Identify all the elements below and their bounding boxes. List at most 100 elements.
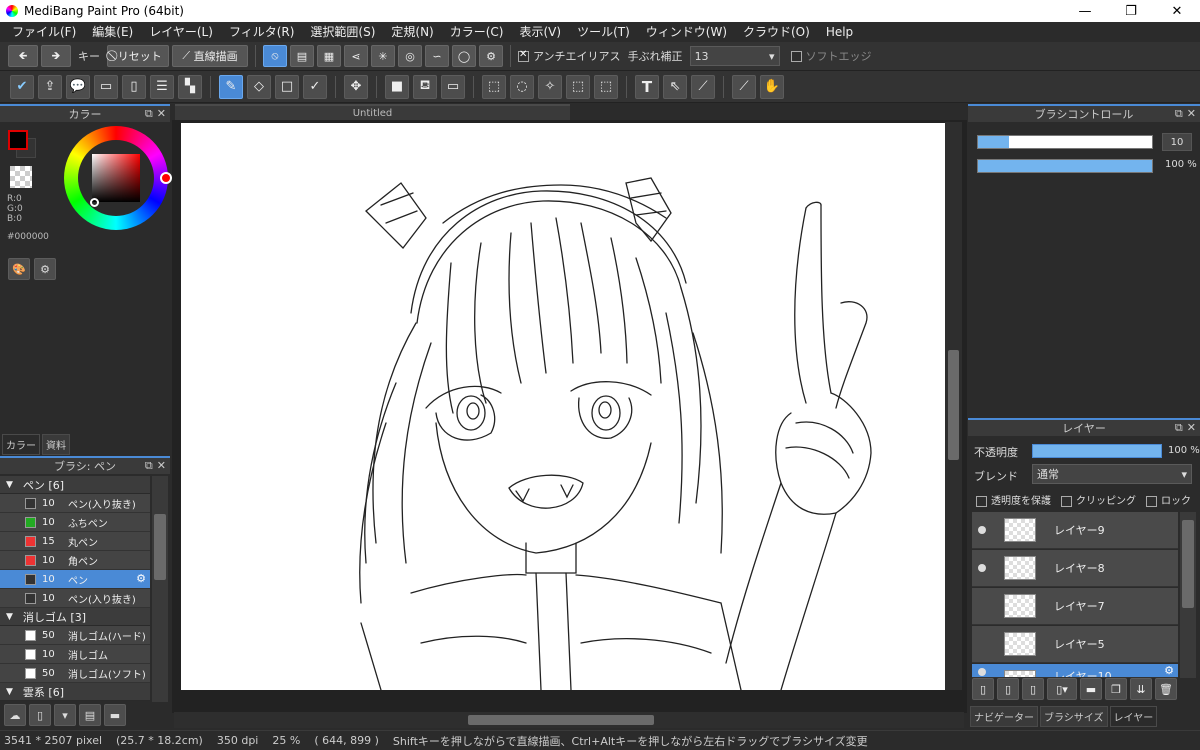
hue-knob[interactable]: [160, 172, 172, 184]
select-eraser-tool[interactable]: ⬚: [594, 74, 618, 99]
tab-navigator[interactable]: ナビゲーター: [970, 706, 1038, 727]
comment-button[interactable]: ▭: [94, 74, 118, 99]
lasso-tool[interactable]: ◌: [510, 74, 534, 99]
duplicate-layer-button[interactable]: ❐: [1105, 678, 1127, 700]
brush-item[interactable]: 15 丸ペン: [0, 532, 150, 551]
brush-item[interactable]: 50 消しゴム(ソフト): [0, 664, 150, 683]
palette-settings-button[interactable]: ⚙: [34, 258, 56, 280]
brush-item[interactable]: 10 ペン(入り抜き): [0, 494, 150, 513]
brush-group[interactable]: ▼ ペン [6]: [0, 476, 150, 494]
scrollbar-thumb[interactable]: [154, 514, 166, 580]
undock-icon[interactable]: ⧉: [1175, 421, 1183, 435]
scrollbar-thumb[interactable]: [468, 715, 654, 725]
close-button[interactable]: ✕: [1154, 0, 1200, 22]
brush-item[interactable]: 50 消しゴム(ハード): [0, 626, 150, 645]
protect-alpha-checkbox[interactable]: 透明度を保護: [976, 492, 1051, 507]
delete-layer-button[interactable]: 🗑: [1155, 678, 1177, 700]
antialias-check[interactable]: [518, 49, 529, 62]
brush-settings-gear-icon[interactable]: ⚙: [136, 572, 146, 585]
menu-color[interactable]: カラー(C): [442, 22, 512, 42]
brush-opacity-slider[interactable]: [977, 159, 1153, 173]
page-button[interactable]: ▯: [122, 74, 146, 99]
layer-visibility-toggle[interactable]: [972, 564, 992, 572]
cloud-brush-button[interactable]: ☁: [4, 704, 26, 726]
menu-tool[interactable]: ツール(T): [569, 22, 638, 42]
brush-group[interactable]: ▼ 雲系 [6]: [0, 683, 150, 701]
menu-select[interactable]: 選択範囲(S): [302, 22, 383, 42]
layer-visibility-toggle[interactable]: [972, 526, 992, 534]
snap-curve-button[interactable]: ∽: [425, 45, 449, 67]
move-tool[interactable]: ✥: [344, 74, 368, 99]
fill-rect-tool[interactable]: ■: [385, 74, 409, 99]
layer-row[interactable]: レイヤー7: [972, 588, 1178, 625]
snap-perspective-button[interactable]: ⋖: [344, 45, 368, 67]
close-icon[interactable]: ✕: [157, 107, 166, 121]
layer-visibility-toggle[interactable]: [972, 664, 992, 676]
layer-opacity-slider[interactable]: [1032, 444, 1162, 458]
rect-tool[interactable]: □: [275, 74, 299, 99]
brush-add-menu-button[interactable]: ▾: [54, 704, 76, 726]
gradient-tool[interactable]: ▭: [441, 74, 465, 99]
eraser-tool[interactable]: ◇: [247, 74, 271, 99]
layer-row[interactable]: レイヤー9: [972, 512, 1178, 549]
hue-wheel[interactable]: [64, 126, 172, 230]
layer-settings-gear-icon[interactable]: ⚙: [1164, 664, 1174, 677]
lock-checkbox[interactable]: ロック: [1146, 492, 1191, 507]
snap-radial-button[interactable]: ✳: [371, 45, 395, 67]
menu-view[interactable]: 表示(V): [511, 22, 569, 42]
tab-materials[interactable]: 資料: [42, 434, 70, 455]
menu-cloud[interactable]: クラウド(O): [735, 22, 818, 42]
menu-ruler[interactable]: 定規(N): [383, 22, 441, 42]
layer-folder-button[interactable]: ▬: [1080, 678, 1102, 700]
speech-bubble-button[interactable]: 💬: [66, 74, 90, 99]
layer-row-selected[interactable]: レイヤー10 ⚙: [972, 664, 1178, 678]
clipping-checkbox[interactable]: クリッピング: [1061, 492, 1136, 507]
brush-item[interactable]: 10 消しゴム: [0, 645, 150, 664]
scrollbar-thumb[interactable]: [948, 350, 959, 460]
bucket-tool[interactable]: ⛾: [413, 74, 437, 99]
close-icon[interactable]: ✕: [1187, 107, 1196, 121]
palette-button[interactable]: 🎨: [8, 258, 30, 280]
brush-folder-button[interactable]: ▬: [104, 704, 126, 726]
canvas-vertical-scrollbar[interactable]: [945, 122, 962, 690]
menu-file[interactable]: ファイル(F): [4, 22, 84, 42]
stabilizer-select[interactable]: 13 ▾: [689, 46, 780, 66]
share-button[interactable]: ⇪: [38, 74, 62, 99]
layer-row[interactable]: レイヤー5: [972, 626, 1178, 663]
brush-item-selected[interactable]: 10 ペン ⚙: [0, 570, 150, 589]
layer-list-scrollbar[interactable]: [1180, 512, 1196, 678]
soft-edge-checkbox[interactable]: ソフトエッジ: [790, 48, 872, 64]
scrollbar-thumb[interactable]: [1182, 520, 1194, 608]
line-draw-button[interactable]: ⟋ 直線描画: [172, 45, 248, 67]
tab-color[interactable]: カラー: [2, 434, 40, 455]
canvas-horizontal-scrollbar[interactable]: [174, 712, 964, 728]
close-icon[interactable]: ✕: [1187, 421, 1196, 435]
snap-ellipse-button[interactable]: ◯: [452, 45, 476, 67]
new-halftone-layer-button[interactable]: ▯: [997, 678, 1019, 700]
add-layer-menu-button[interactable]: ▯▾: [1047, 678, 1077, 700]
select-tool[interactable]: ⬚: [482, 74, 506, 99]
undock-icon[interactable]: ⧉: [145, 459, 153, 473]
brush-item[interactable]: 10 ふちペン: [0, 513, 150, 532]
new-brush-button[interactable]: ▯: [29, 704, 51, 726]
redo-button[interactable]: 🡺: [41, 45, 71, 67]
cloud-save-button[interactable]: ✔: [10, 74, 34, 99]
snap-off-button[interactable]: ⦸: [263, 45, 287, 67]
tab-brush-size[interactable]: ブラシサイズ: [1040, 706, 1108, 727]
divide-tool[interactable]: ⟋: [691, 74, 715, 99]
dot-tool[interactable]: ✓: [303, 74, 327, 99]
menu-edit[interactable]: 編集(E): [84, 22, 141, 42]
brush-item[interactable]: 10 角ペン: [0, 551, 150, 570]
tab-layer[interactable]: レイヤー: [1109, 706, 1158, 727]
snap-settings-button[interactable]: ⚙: [479, 45, 503, 67]
document-tab[interactable]: Untitled: [175, 104, 570, 120]
eyedropper-tool[interactable]: ⟋: [732, 74, 756, 99]
menu-window[interactable]: ウィンドウ(W): [638, 22, 735, 42]
canvas-area[interactable]: [172, 120, 967, 713]
brush-item[interactable]: 10 ペン(入り抜き): [0, 589, 150, 608]
antialias-checkbox[interactable]: アンチエイリアス: [518, 48, 621, 64]
menu-help[interactable]: Help: [818, 22, 861, 42]
layer-row[interactable]: レイヤー8: [972, 550, 1178, 587]
menu-filter[interactable]: フィルタ(R): [221, 22, 302, 42]
operation-tool[interactable]: ⇖: [663, 74, 687, 99]
